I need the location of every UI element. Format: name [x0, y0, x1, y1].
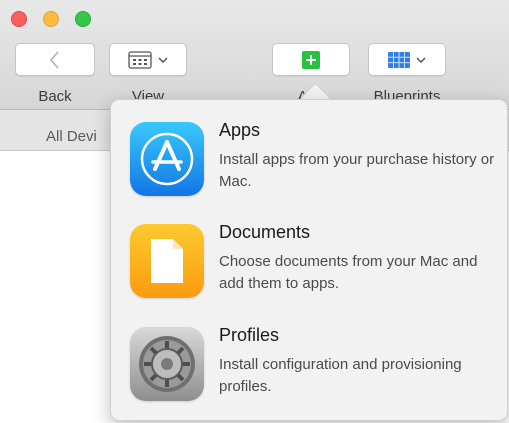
profiles-description: Install configuration and provisioning p…: [219, 356, 462, 395]
blueprints-grid-icon: [387, 51, 410, 68]
chevron-down-icon: [415, 56, 426, 63]
add-button[interactable]: [272, 43, 350, 76]
app-store-icon: [130, 122, 204, 196]
window-toolbar: Back View Add: [0, 0, 509, 110]
apps-title: Apps: [219, 120, 261, 140]
view-button[interactable]: [109, 43, 187, 76]
documents-title: Documents: [219, 222, 311, 242]
menu-item-apps[interactable]: Apps Install apps from your purchase his…: [111, 120, 507, 218]
menu-item-documents[interactable]: Documents Choose documents from your Mac…: [111, 222, 507, 320]
tab-all-devices[interactable]: All Devi: [46, 128, 97, 145]
add-popover-menu: Apps Install apps from your purchase his…: [110, 99, 508, 421]
add-plus-icon: [302, 50, 320, 69]
settings-gear-icon: [130, 327, 204, 401]
minimize-window-button[interactable]: [43, 11, 59, 27]
close-window-button[interactable]: [11, 11, 27, 27]
back-button[interactable]: [15, 43, 95, 76]
documents-description: Choose documents from your Mac and add t…: [219, 253, 478, 292]
profiles-title: Profiles: [219, 325, 280, 345]
menu-item-profiles[interactable]: Profiles Install configuration and provi…: [111, 325, 507, 423]
blueprints-button[interactable]: [368, 43, 446, 76]
view-grid-icon: [127, 50, 152, 69]
zoom-window-button[interactable]: [75, 11, 91, 27]
back-label: Back: [38, 88, 72, 105]
chevron-left-icon: [49, 50, 59, 69]
document-icon: [130, 224, 204, 298]
chevron-down-icon: [157, 56, 168, 63]
apps-description: Install apps from your purchase history …: [219, 151, 495, 190]
